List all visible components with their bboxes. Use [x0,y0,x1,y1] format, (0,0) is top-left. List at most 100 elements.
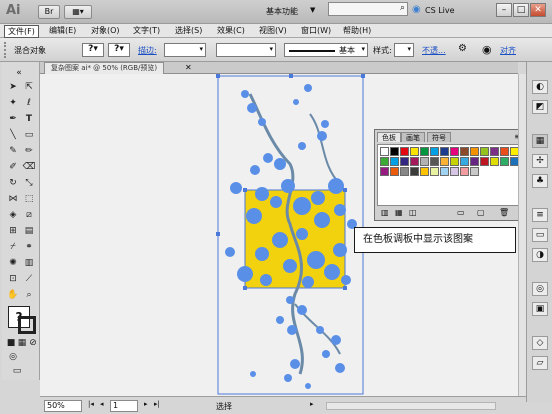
color-swatch[interactable] [390,147,399,156]
color-swatch[interactable] [380,147,389,156]
stroke-indicator[interactable] [18,316,36,334]
paintbrush-tool-icon[interactable]: ✎ [6,144,20,158]
artboards-panel-icon[interactable]: ▱ [532,356,548,370]
color-swatch[interactable] [470,167,479,176]
menu-object[interactable]: 对象(O) [88,25,123,36]
cs-live-button[interactable]: CS Live [425,6,455,15]
brushes-panel-icon[interactable]: ✢ [532,154,548,168]
next-page-icon[interactable]: ▸ [144,400,148,408]
color-swatch[interactable] [450,147,459,156]
color-swatch[interactable] [430,157,439,166]
align-label[interactable]: 对齐 [500,45,516,56]
color-swatch[interactable] [400,157,409,166]
color-swatch[interactable] [400,167,409,176]
graphic-styles-icon[interactable]: ▣ [532,302,548,316]
grip-handle[interactable] [4,42,8,58]
color-swatch[interactable] [420,167,429,176]
color-swatch[interactable] [440,167,449,176]
selection-tool-icon[interactable]: ➤ [6,80,20,94]
none-mode-icon[interactable]: ⊘ [26,336,40,350]
menu-effect[interactable]: 效果(C) [214,25,248,36]
color-swatch[interactable] [440,157,449,166]
color-swatch[interactable] [500,157,509,166]
delete-swatch-icon[interactable]: 🗑 [499,208,509,217]
color-swatch[interactable] [410,167,419,176]
blob-brush-tool-icon[interactable]: ✐ [6,160,20,174]
tab-swatches[interactable]: 色板 [377,132,401,142]
color-swatch[interactable] [500,147,509,156]
swatch-grid[interactable] [377,144,523,206]
first-page-icon[interactable]: |◂ [88,400,94,408]
stroke-label[interactable]: 描边: [138,45,157,56]
menu-file[interactable]: 文件(F) [4,25,39,38]
rotate-tool-icon[interactable]: ↻ [6,176,20,190]
brush-definition[interactable]: 基本 ▾ [284,43,368,57]
tab-symbols[interactable]: 符号 [427,132,451,142]
color-swatch[interactable] [460,147,469,156]
blend-tool-icon[interactable]: ⚭ [22,240,36,254]
color-swatch[interactable] [420,147,429,156]
bridge-icon[interactable]: Br [38,5,60,19]
free-transform-tool-icon[interactable]: ⬚ [22,192,36,206]
screen-mode-icon[interactable]: ▭ [10,364,24,378]
color-swatch[interactable] [460,167,469,176]
status-menu-icon[interactable]: ▸ [310,400,314,408]
close-button[interactable]: ✕ [530,3,546,17]
menu-type[interactable]: 文字(T) [130,25,163,36]
layers-panel-icon[interactable]: ◇ [532,336,548,350]
menu-window[interactable]: 窗口(W) [298,25,334,36]
mesh-tool-icon[interactable]: ⊞ [6,224,20,238]
collapse-panel-icon[interactable]: « [12,66,26,80]
color-swatch[interactable] [480,157,489,166]
shape-builder-tool-icon[interactable]: ◈ [6,208,20,222]
appearance-panel-icon[interactable]: ◎ [532,282,548,296]
pen-tool-icon[interactable]: ✒ [6,112,20,126]
gradient-panel-icon[interactable]: ▭ [532,228,548,242]
library-icon[interactable]: ▥ [381,208,389,217]
color-swatch[interactable] [450,157,459,166]
horizontal-scrollbar[interactable] [326,402,496,410]
recolor-artwork-icon[interactable]: ⚙ [458,43,467,54]
color-swatch[interactable] [450,167,459,176]
variable-width-profile[interactable]: ▾ [216,43,276,57]
pencil-tool-icon[interactable]: ✏ [22,144,36,158]
color-swatch[interactable] [490,147,499,156]
line-tool-icon[interactable]: ╲ [6,128,20,142]
menu-view[interactable]: 视图(V) [256,25,290,36]
draw-mode-icon[interactable]: ◎ [6,350,20,364]
color-swatch[interactable] [470,147,479,156]
magic-wand-tool-icon[interactable]: ✦ [6,96,20,110]
symbols-panel-icon[interactable]: ♣ [532,174,548,188]
color-panel-icon[interactable]: ◐ [532,80,548,94]
search-input[interactable]: ⌕ [328,2,408,16]
stroke-weight-field[interactable]: ▾ [164,43,206,57]
gradient-tool-icon[interactable]: ▤ [22,224,36,238]
column-graph-tool-icon[interactable]: ▥ [22,256,36,270]
menu-edit[interactable]: 编辑(E) [46,25,79,36]
stroke-panel-icon[interactable]: ≡ [532,208,548,222]
color-swatch[interactable] [430,167,439,176]
color-swatch[interactable] [430,147,439,156]
color-swatch[interactable] [470,157,479,166]
zoom-field[interactable]: 50% [44,400,82,412]
color-swatch[interactable] [390,167,399,176]
color-swatch[interactable] [410,147,419,156]
tab-brushes[interactable]: 画笔 [401,132,425,142]
color-swatch[interactable] [380,167,389,176]
minimize-button[interactable]: – [496,3,512,17]
zoom-tool-icon[interactable]: ⌕ [22,288,36,302]
vertical-scrollbar[interactable] [518,74,526,396]
color-swatch[interactable] [390,157,399,166]
maximize-button[interactable]: □ [513,3,529,17]
width-tool-icon[interactable]: ⋈ [6,192,20,206]
color-swatch[interactable] [480,147,489,156]
page-field[interactable]: 1 [110,400,138,412]
rectangle-tool-icon[interactable]: ▭ [22,128,36,142]
hand-tool-icon[interactable]: ✋ [6,288,20,302]
new-group-icon[interactable]: ▭ [457,208,465,217]
perspective-grid-tool-icon[interactable]: ⧄ [22,208,36,222]
color-swatch[interactable] [380,157,389,166]
color-swatch[interactable] [490,157,499,166]
prev-page-icon[interactable]: ◂ [100,400,104,408]
workspace-switcher[interactable]: 基本功能 [266,6,298,17]
